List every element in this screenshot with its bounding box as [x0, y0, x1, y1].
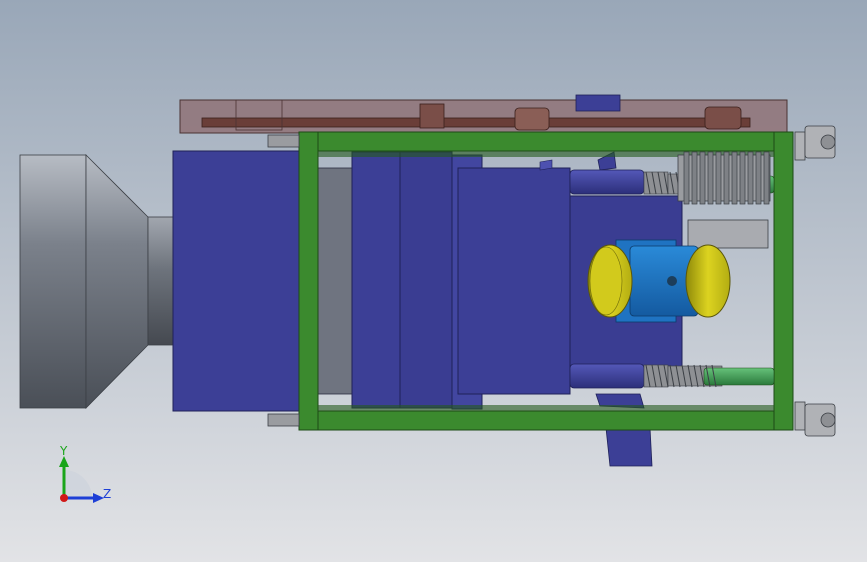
gear-tooth	[731, 151, 738, 205]
belt-guard[interactable]	[179, 94, 788, 134]
gear-drive[interactable]	[677, 151, 771, 249]
gear-tooth	[747, 151, 754, 205]
gear-tooth	[691, 151, 698, 205]
gear-tooth	[739, 151, 746, 205]
gear-tooth	[707, 151, 714, 205]
vibration-motor[interactable]	[587, 239, 731, 323]
triad-origin	[60, 494, 68, 502]
gear-tooth	[755, 151, 762, 205]
y-axis-label: Y	[59, 444, 68, 458]
gear-tooth	[723, 151, 730, 205]
gear-tooth	[715, 151, 722, 205]
gear-tooth	[763, 151, 770, 205]
z-axis-label: Z	[103, 487, 111, 501]
gear-tooth	[699, 151, 706, 205]
cad-viewport[interactable]: Y Z	[0, 0, 867, 562]
cad-model-view[interactable]: Y Z	[0, 0, 867, 562]
gear-tooth	[683, 151, 690, 205]
